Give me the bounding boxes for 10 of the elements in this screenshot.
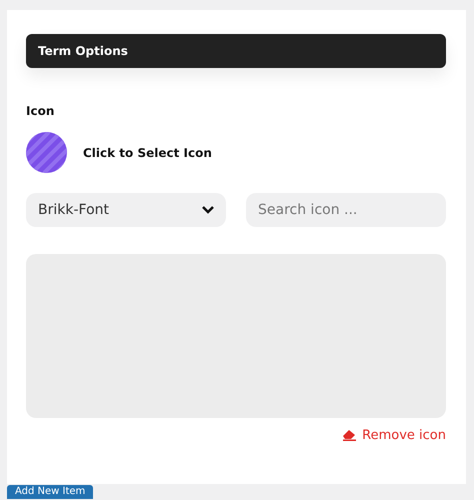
header-title: Term Options xyxy=(38,44,128,58)
add-item-button[interactable]: Add New Item xyxy=(7,485,94,499)
eraser-icon xyxy=(343,430,356,441)
search-field[interactable]: Search icon ... xyxy=(246,193,446,227)
striped-circle-icon[interactable] xyxy=(26,132,67,173)
select-icon-button[interactable]: Click to Select Icon xyxy=(83,146,212,160)
chevron-down-icon xyxy=(202,206,214,214)
remove-icon-link[interactable]: Remove icon xyxy=(343,428,446,443)
field-label: Icon xyxy=(26,104,56,118)
font-select[interactable]: Brikk-Font xyxy=(26,193,226,227)
